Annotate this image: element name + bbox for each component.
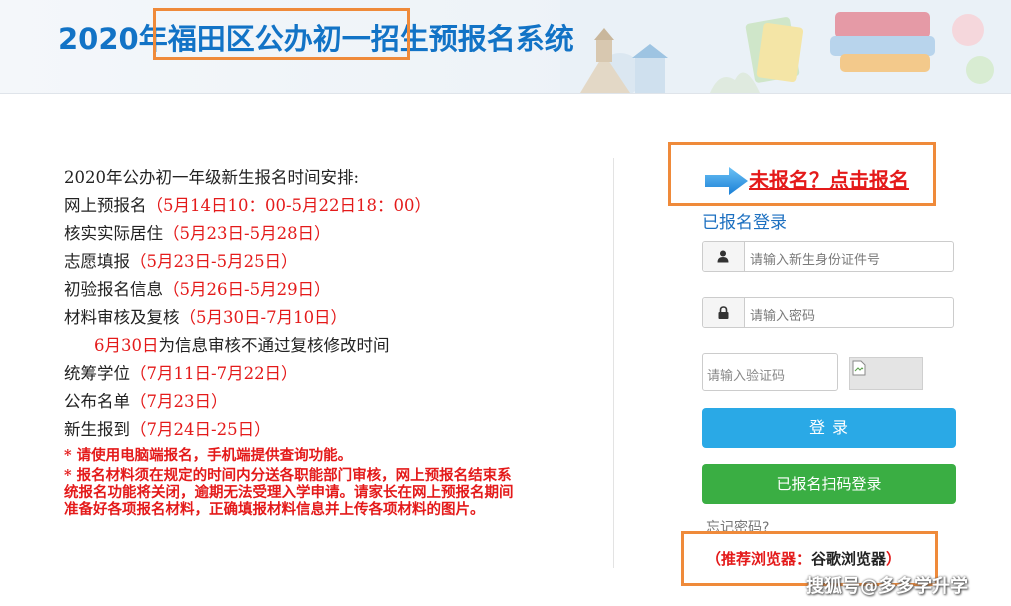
vertical-divider: [613, 158, 614, 568]
schedule-item: 志愿填报（5月23日-5月25日）: [64, 248, 554, 276]
schedule-item-label: 网上预报名: [64, 196, 147, 215]
schedule-item-label: 初验报名信息: [64, 280, 163, 299]
schedule-item-time: （7月23日）: [130, 392, 228, 411]
id-number-input[interactable]: 请输入新生身份证件号: [750, 249, 880, 268]
schedule-heading: 2020年公办初一年级新生报名时间安排:: [64, 168, 360, 187]
schedule-item-time: （5月14日10：00-5月22日18：00）: [146, 196, 432, 215]
captcha-input[interactable]: 请输入验证码: [707, 365, 785, 384]
browser-name: 谷歌浏览器: [811, 550, 887, 568]
notice-materials: * 报名材料须在规定的时间内分送各职能部门审核，网上预报名结束系统报名功能将关闭…: [64, 467, 514, 518]
schedule-item: 初验报名信息（5月26日-5月29日）: [64, 276, 554, 304]
schedule-item-label: 志愿填报: [64, 252, 130, 271]
schedule-item-time: （7月24日-25日）: [130, 420, 271, 439]
schedule-item-label: 新生报到: [64, 420, 130, 439]
notice-mobile: * 请使用电脑端报名，手机端提供查询功能。: [64, 447, 353, 464]
schedule-item-label: 公布名单: [64, 392, 130, 411]
schedule-item-label: 核实实际居住: [64, 224, 163, 243]
login-button[interactable]: 登 录: [702, 408, 956, 448]
password-addon: [703, 298, 745, 327]
browser-prefix: （推荐浏览器：: [706, 550, 812, 568]
schedule-item-time: （5月30日-7月10日）: [179, 308, 348, 327]
schedule-item: 网上预报名（5月14日10：00-5月22日18：00）: [64, 192, 554, 220]
subnote-date: 6月30日: [94, 336, 159, 355]
header-illustration: [560, 0, 1011, 93]
schedule-item: 新生报到（7月24日-25日）: [64, 416, 554, 444]
subnote-text: 为信息审核不通过复核修改时间: [158, 336, 390, 355]
schedule-item: 材料审核及复核（5月30日-7月10日）: [64, 304, 554, 332]
id-number-field[interactable]: 请输入新生身份证件号: [702, 241, 954, 272]
schedule-subnote: 6月30日为信息审核不通过复核修改时间: [64, 332, 554, 360]
id-addon: [703, 242, 745, 271]
schedule-item: 统筹学位（7月11日-7月22日）: [64, 360, 554, 388]
scan-login-button[interactable]: 已报名扫码登录: [702, 464, 956, 504]
lock-icon: [718, 306, 729, 319]
schedule-item-time: （5月23日-5月28日）: [163, 224, 331, 243]
schedule-item: 核实实际居住（5月23日-5月28日）: [64, 220, 554, 248]
watermark: 搜狐号@多多学升学: [806, 576, 968, 597]
arrow-right-icon: [705, 167, 748, 195]
schedule-item-time: （5月26日-5月29日）: [163, 280, 331, 299]
password-field[interactable]: 请输入密码: [702, 297, 954, 328]
page-header: 2020年福田区公办初一招生预报名系统: [0, 0, 1011, 94]
browser-suffix: ）: [886, 550, 902, 568]
login-section-title: 已报名登录: [702, 213, 787, 233]
register-link[interactable]: 未报名？点击报名: [749, 164, 909, 193]
recommended-browser-note: （推荐浏览器：谷歌浏览器）: [706, 548, 901, 569]
broken-image-icon: [852, 360, 866, 376]
captcha-field[interactable]: 请输入验证码: [702, 353, 838, 391]
title-highlight-box: [153, 8, 410, 60]
user-icon: [717, 250, 729, 263]
schedule-item: 公布名单（7月23日）: [64, 388, 554, 416]
schedule-item-time: （7月11日-7月22日）: [130, 364, 298, 383]
captcha-image[interactable]: [849, 357, 923, 390]
schedule-item-label: 统筹学位: [64, 364, 130, 383]
schedule-panel: 2020年公办初一年级新生报名时间安排: 网上预报名（5月14日10：00-5月…: [64, 164, 554, 518]
schedule-item-label: 材料审核及复核: [64, 308, 180, 327]
password-input[interactable]: 请输入密码: [750, 305, 815, 324]
schedule-item-time: （5月23日-5月25日）: [130, 252, 298, 271]
